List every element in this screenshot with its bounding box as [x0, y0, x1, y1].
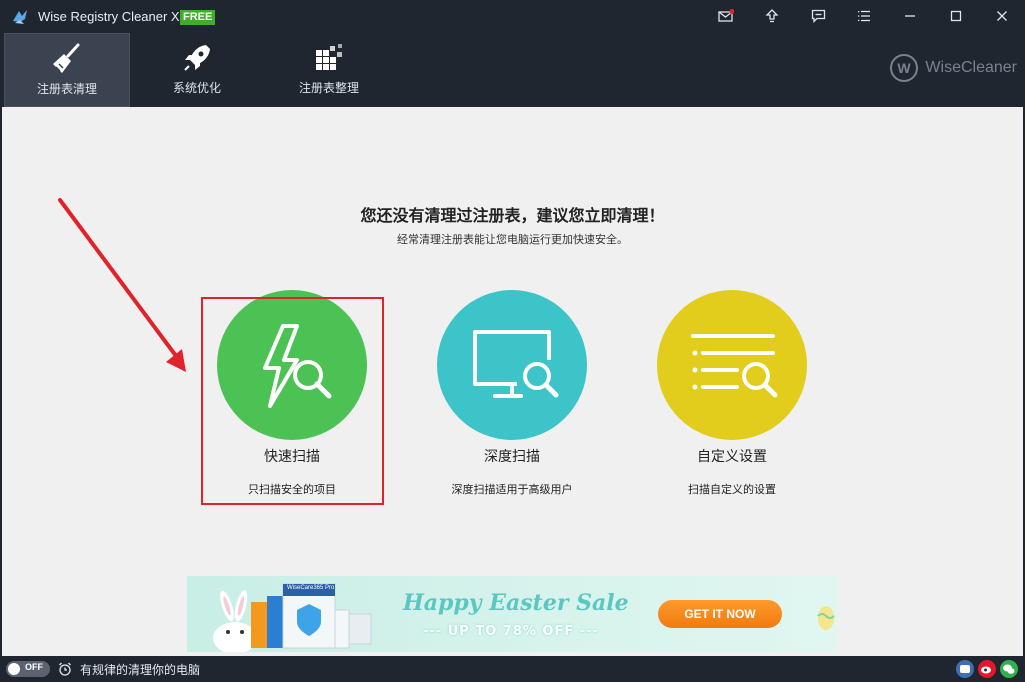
- wisecleaner-logo-icon: W: [890, 54, 919, 82]
- tab-label: 系统优化: [172, 81, 221, 95]
- deep-scan-circle[interactable]: [437, 290, 587, 440]
- tab-label: 注册表清理: [36, 82, 97, 96]
- app-logo-icon: [13, 10, 27, 24]
- tab-label: 注册表整理: [298, 81, 359, 95]
- wechat-icon: [1003, 664, 1015, 674]
- fast-scan-desc: 只扫描安全的项目: [248, 483, 336, 496]
- status-bar: OFF 有规律的清理你的电脑: [0, 656, 1025, 682]
- fast-scan-option[interactable]: 快速扫描 只扫描安全的项目: [197, 290, 387, 500]
- wisecleaner-brand[interactable]: W WiseCleaner: [889, 53, 1017, 83]
- weibo-button[interactable]: [978, 660, 996, 678]
- title-bar: Wise Registry Cleaner X FREE: [0, 0, 1025, 33]
- page-title: 您还没有清理过注册表，建议您立即清理！: [360, 206, 665, 225]
- product-label: WiseCare365 Pro: [287, 585, 335, 591]
- fast-scan-circle[interactable]: [217, 290, 367, 440]
- menu-icon: [858, 10, 870, 22]
- list-search-icon: [691, 334, 778, 398]
- feedback-button[interactable]: [806, 5, 830, 27]
- tab-registry-cleaner[interactable]: 注册表清理: [4, 33, 130, 107]
- main-panel: 您还没有清理过注册表，建议您立即清理！ 经常清理注册表能让您电脑运行更加快速安全…: [2, 107, 1023, 656]
- promo-banner[interactable]: WiseCare365 Pro Happy Easter Sale --- UP…: [187, 576, 837, 652]
- broom-icon: [53, 43, 80, 73]
- social-button-1[interactable]: [956, 660, 974, 678]
- custom-scan-title: 自定义设置: [697, 449, 767, 465]
- fast-scan-title: 快速扫描: [264, 449, 320, 465]
- wechat-button[interactable]: [1000, 660, 1018, 678]
- settings-menu-button[interactable]: [852, 5, 876, 27]
- chat-icon: [811, 9, 825, 23]
- window-title: Wise Registry Cleaner X: [38, 9, 180, 24]
- custom-scan-option[interactable]: 自定义设置 扫描自定义的设置: [637, 290, 827, 500]
- minimize-icon: [905, 15, 915, 17]
- get-it-now-button[interactable]: GET IT NOW: [658, 600, 782, 628]
- lightning-search-icon: [263, 324, 332, 408]
- minimize-button[interactable]: [898, 5, 922, 27]
- deep-scan-option[interactable]: 深度扫描 深度扫描适用于高级用户: [417, 290, 607, 500]
- tab-registry-defrag[interactable]: 注册表整理: [264, 33, 394, 107]
- custom-scan-circle[interactable]: [657, 290, 807, 440]
- mail-button[interactable]: [714, 5, 738, 27]
- toggle-knob: [8, 663, 20, 675]
- maximize-button[interactable]: [944, 5, 968, 27]
- deep-scan-desc: 深度扫描适用于高级用户: [451, 483, 573, 496]
- page-subtitle: 经常清理注册表能让您电脑运行更加快速安全。: [397, 233, 628, 246]
- upload-arrow-icon: [765, 9, 779, 23]
- close-button[interactable]: [990, 5, 1014, 27]
- alarm-clock-icon: [59, 662, 71, 676]
- svg-text:W: W: [898, 60, 912, 76]
- schedule-toggle[interactable]: OFF: [6, 661, 50, 677]
- monitor-search-icon: [473, 330, 559, 398]
- toggle-state: OFF: [25, 662, 43, 672]
- rocket-icon: [184, 45, 210, 71]
- close-icon: [997, 11, 1007, 21]
- easter-egg-icon: [817, 606, 835, 630]
- deep-scan-title: 深度扫描: [484, 449, 540, 465]
- tab-system-tuneup[interactable]: 系统优化: [134, 33, 260, 107]
- free-badge: FREE: [180, 10, 216, 25]
- mail-icon: [718, 9, 734, 22]
- weibo-icon: [981, 666, 991, 674]
- blocks-icon: [316, 44, 342, 70]
- upgrade-button[interactable]: [760, 5, 784, 27]
- custom-scan-desc: 扫描自定义的设置: [688, 483, 776, 496]
- banner-subtitle: --- UP TO 78% OFF ---: [423, 624, 599, 639]
- schedule-label: 有规律的清理你的电脑: [80, 663, 201, 677]
- social-network-icon: [960, 665, 970, 673]
- banner-title: Happy Easter Sale: [403, 590, 629, 616]
- maximize-icon: [950, 10, 962, 22]
- brand-name: WiseCleaner: [925, 59, 1017, 76]
- main-toolbar: 注册表清理 系统优化 注册表整理 W WiseCleaner: [0, 33, 1025, 107]
